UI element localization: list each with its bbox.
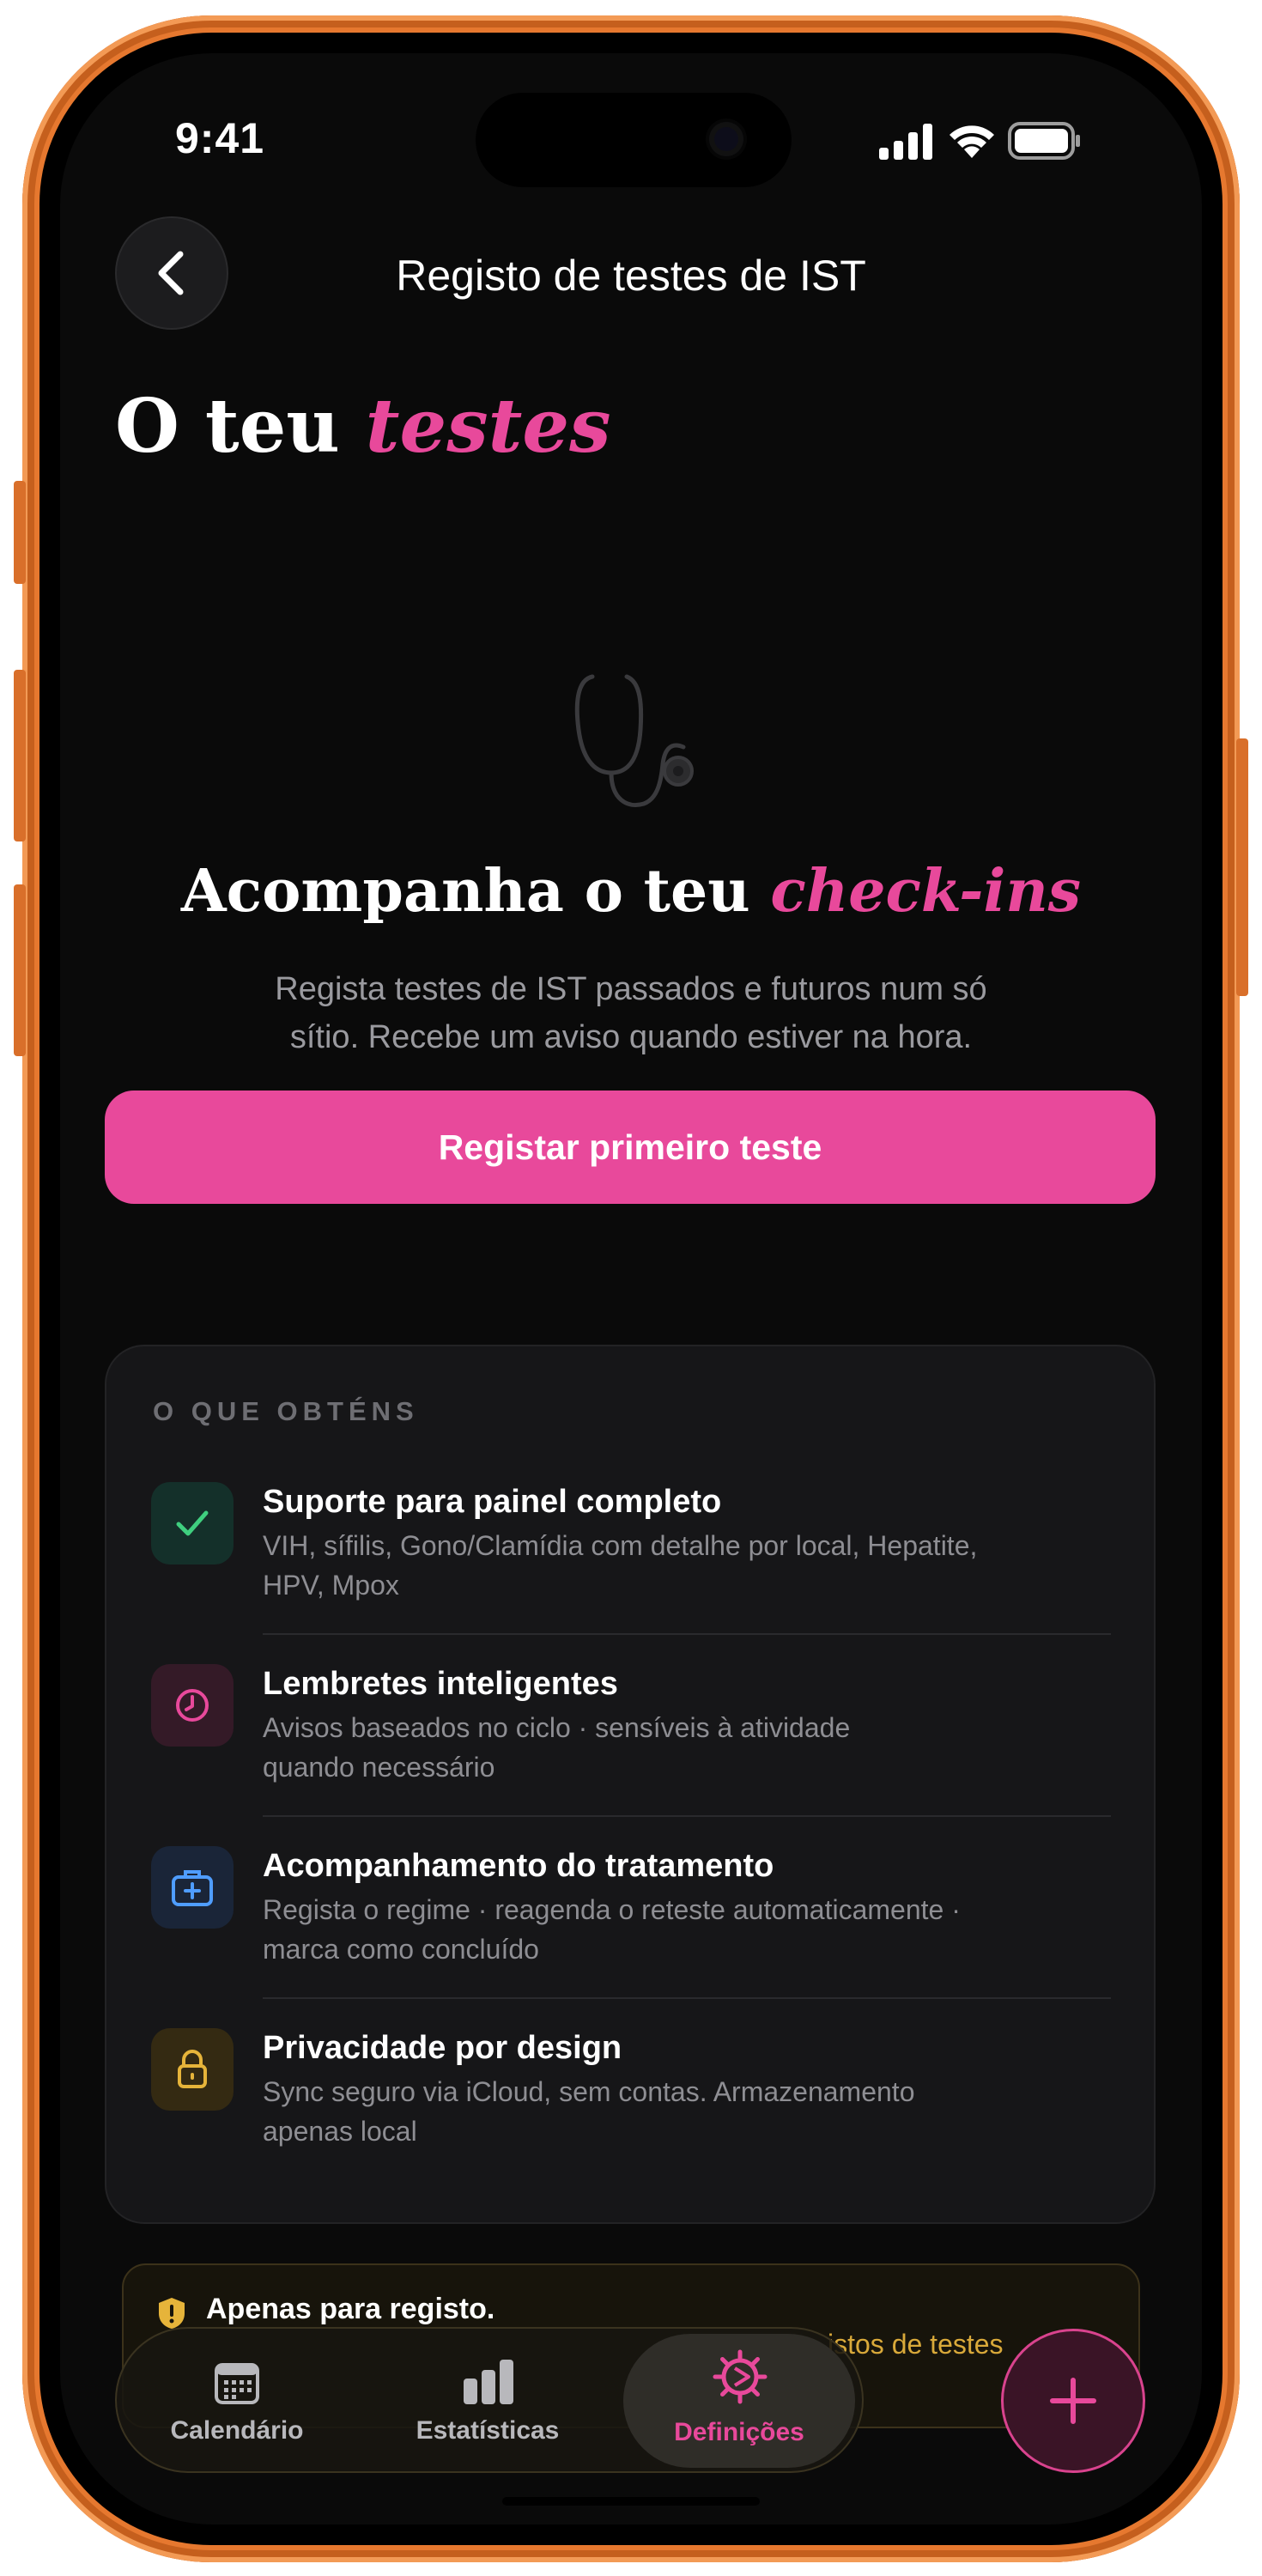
feature-icon-box [151,1664,234,1747]
feature-item: Privacidade por design Sync seguro via i… [263,2030,1121,2151]
feature-description-line: marca como concluído [263,1934,539,1965]
feature-title: Privacidade por design [263,2030,622,2066]
notice-title: Apenas para registo. [206,2293,495,2325]
home-indicator [502,2497,760,2506]
empty-state-description: Regista testes de IST passados e futuros… [206,965,1056,1061]
add-button[interactable] [1001,2329,1145,2473]
feature-description-line: Regista o regime · reagenda o reteste au… [263,1894,961,1925]
battery-icon [1008,122,1080,160]
wifi-icon [950,125,994,158]
medical-kit-icon [172,1870,213,1906]
dynamic-island [476,93,792,187]
divider [263,1815,1111,1817]
tab-label: Definições [674,2418,804,2446]
feature-item: Acompanhamento do tratamento Regista o r… [263,1848,1121,1969]
empty-state-title: Acompanha o teu check-ins [86,857,1176,926]
empty-state-title-accent: check-ins [770,857,1082,926]
lock-icon [178,2050,207,2088]
features-card: O QUE OBTÉNS Suporte para painel complet… [105,1345,1156,2224]
plus-icon [1050,2378,1096,2424]
stethoscope-icon [574,674,694,807]
cellular-signal-icon [879,124,932,160]
empty-state-description-line: Regista testes de IST passados e futuros… [275,971,987,1007]
feature-description: Avisos baseados no ciclo · sensíveis à a… [263,1708,1121,1787]
feature-icon-box [151,2028,234,2111]
volume-down-button [14,884,26,1056]
hero-title-text: O teu [115,383,366,470]
feature-description: Regista o regime · reagenda o reteste au… [263,1890,1121,1969]
volume-up-button [14,670,26,841]
features-heading: O QUE OBTÉNS [153,1396,419,1426]
gear-icon [713,2349,768,2404]
hero-title-accent: testes [365,383,611,470]
tab-statistics[interactable]: Estatísticas [393,2346,582,2458]
back-button[interactable] [115,216,228,330]
feature-description: VIH, sífilis, Gono/Clamídia com detalhe … [263,1526,1121,1605]
feature-title: Acompanhamento do tratamento [263,1848,774,1884]
feature-item: Suporte para painel completo VIH, sífili… [263,1484,1121,1605]
tab-label: Estatísticas [416,2416,560,2445]
bar-chart-icon [464,2360,513,2404]
register-first-test-button[interactable]: Registar primeiro teste [105,1091,1156,1204]
tab-label: Calendário [170,2416,304,2445]
screen: 9:41 Registo de testes de IST O teu test… [60,53,1202,2524]
feature-description-line: HPV, Mpox [263,1570,399,1601]
empty-state-description-line: sítio. Recebe um aviso quando estiver na… [289,1019,973,1055]
feature-description-line: VIH, sífilis, Gono/Clamídia com detalhe … [263,1530,978,1561]
divider [263,1633,1111,1635]
feature-description-line: quando necessário [263,1752,495,1783]
shield-warning-icon [159,2298,185,2329]
feature-description-line: apenas local [263,2116,417,2147]
hero-title: O teu testes [115,383,610,470]
calendar-icon [215,2363,259,2404]
clock-icon [176,1689,209,1722]
feature-description: Sync seguro via iCloud, sem contas. Arma… [263,2072,1121,2151]
divider [263,1997,1111,1999]
empty-state-title-text: Acompanha o teu [180,857,771,926]
page-title: Registo de testes de IST [396,252,866,300]
feature-icon-box [151,1482,234,1564]
tab-settings[interactable]: Definições [640,2341,838,2461]
feature-description-line: Sync seguro via iCloud, sem contas. Arma… [263,2076,915,2107]
chevron-left-icon [158,251,184,295]
tab-bar: Calendário Estatísticas Definições [115,2327,864,2473]
feature-description-line: Avisos baseados no ciclo · sensíveis à a… [263,1712,851,1743]
camera-icon [709,122,743,156]
action-button [14,481,26,584]
feature-title: Suporte para painel completo [263,1484,722,1520]
notice-body: istos de testes [828,2329,1004,2360]
power-button [1236,738,1248,996]
feature-icon-box [151,1846,234,1929]
status-time: 9:41 [175,114,265,162]
check-icon [176,1510,209,1536]
feature-item: Lembretes inteligentes Avisos baseados n… [263,1666,1121,1787]
feature-title: Lembretes inteligentes [263,1666,618,1702]
tab-calendar[interactable]: Calendário [151,2346,323,2458]
